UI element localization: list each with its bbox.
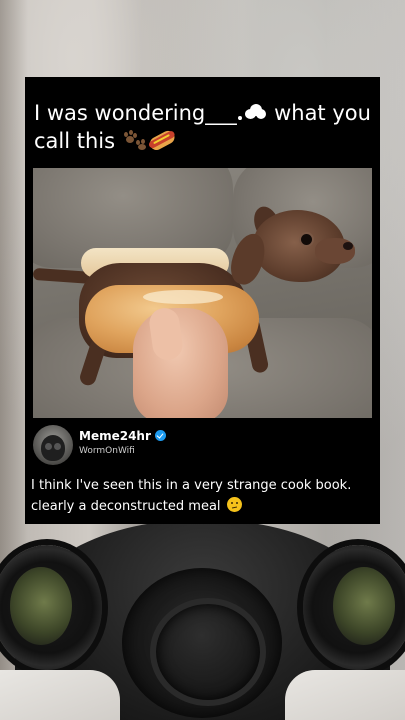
shirt-right	[285, 670, 405, 720]
post-author[interactable]: Meme24hr WormOnWifi	[33, 425, 373, 467]
left-lens	[10, 567, 72, 645]
shirt-left	[0, 670, 120, 720]
caption-start: I was wondering___.	[34, 101, 244, 125]
gas-mask-figure	[0, 500, 405, 720]
avatar-eye-right	[54, 443, 61, 450]
paw-prints-icon	[122, 130, 148, 150]
author-name-row[interactable]: Meme24hr	[79, 429, 166, 443]
dog-eye	[301, 234, 312, 245]
verified-badge-icon	[154, 430, 166, 441]
tweet-card[interactable]: I was wondering___. what you call this M…	[25, 77, 380, 524]
right-lens	[333, 567, 395, 645]
thinking-face-icon	[226, 497, 242, 512]
hand	[133, 308, 228, 418]
bun-crust-highlight	[143, 290, 223, 304]
dog-nose	[343, 242, 353, 250]
post-caption: I was wondering___. what you call this	[34, 99, 379, 155]
post-body: I think I've seen this in a very strange…	[31, 475, 376, 517]
avatar-eye-left	[45, 443, 52, 450]
avatar[interactable]	[33, 425, 73, 465]
author-name[interactable]: Meme24hr	[79, 429, 151, 443]
gas-mask-right-eyepiece	[303, 545, 405, 670]
post-body-text: I think I've seen this in a very strange…	[31, 478, 352, 514]
thought-balloon-icon	[238, 104, 267, 121]
gas-mask-filter-ring	[150, 598, 266, 706]
author-handle[interactable]: WormOnWifi	[79, 446, 135, 456]
hot-dog-icon	[144, 124, 179, 157]
post-image[interactable]	[33, 168, 372, 418]
